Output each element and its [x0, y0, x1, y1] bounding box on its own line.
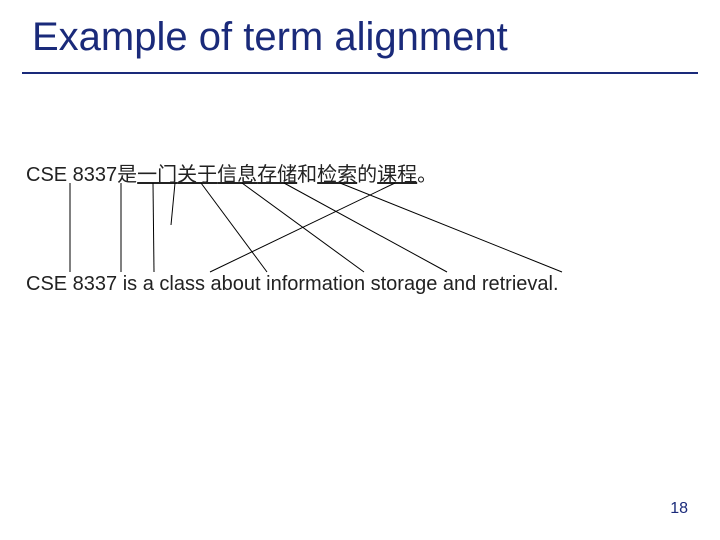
token-he: 和: [297, 158, 317, 187]
target-sentence: CSE 8337 is a class about information st…: [26, 273, 559, 296]
token-shi: 是: [117, 158, 137, 187]
token-cse: CSE 8337: [26, 164, 117, 187]
page-number: 18: [670, 500, 688, 518]
slide-title: Example of term alignment: [32, 15, 508, 60]
token-guanyu: 关于: [177, 158, 217, 187]
alignment-lines: [0, 0, 720, 540]
token-cunchu: 存储: [257, 158, 297, 187]
token-jiansuo: 检索: [317, 158, 357, 187]
token-period: 。: [417, 158, 437, 187]
token-kecheng: 课程: [377, 158, 417, 187]
source-sentence: CSE 8337是一门关于信息存储和检索的课程。: [26, 158, 437, 187]
token-yimen: 一门: [137, 158, 177, 187]
token-de: 的: [357, 158, 377, 187]
title-divider: [22, 72, 698, 74]
token-xinxi: 信息: [217, 158, 257, 187]
